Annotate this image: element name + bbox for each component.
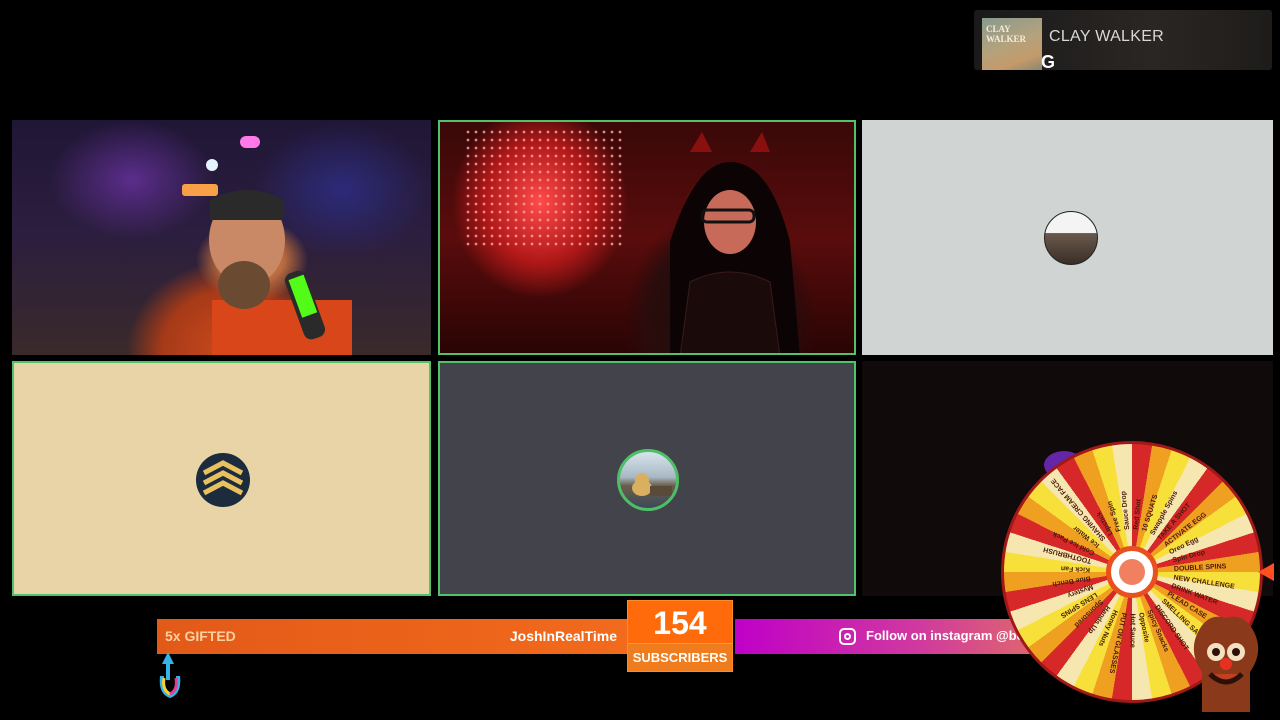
video-tile-2[interactable] [438,120,856,355]
gifter-name: JoshInRealTime [509,628,617,644]
streamer-camera-feed [182,136,352,355]
wheel-segment-label: DOUBLE SPINS [1173,563,1227,573]
participant-avatar [617,449,679,511]
album-art: CLAY WALKER [982,18,1042,70]
subscriber-counter: 154 SUBSCRIBERS [627,600,733,672]
participant-avatar [1044,211,1098,265]
now-playing-widget: CLAY WALKER CLAY WALKER G [974,10,1272,70]
kick-logo-icon [159,652,181,698]
wheel-hub-icon[interactable] [1106,546,1158,598]
wheel-segment-label: Hot Sauce [1128,613,1136,648]
subscriber-label: SUBSCRIBERS [628,643,732,671]
wheel-segment-label: Sauce Drop [1120,490,1132,531]
wheel-pointer-icon [1258,563,1274,581]
gift-text: 5x GIFTED [165,628,236,644]
album-art-text: CLAY WALKER [986,24,1027,44]
cohost-camera-feed [670,132,800,353]
clown-mascot-icon [1193,616,1259,712]
wheel-segment-label: Red Shot [1132,498,1143,531]
video-tile-1[interactable] [12,120,431,355]
video-tile-4[interactable] [12,361,431,596]
subscriber-count: 154 [653,605,707,641]
video-tile-5[interactable] [438,361,856,596]
participant-avatar [196,453,250,507]
gift-ticker: 5x GIFTED JoshInRealTime [157,619,627,654]
instagram-icon [839,628,856,645]
bear-avatar-image [632,473,672,496]
now-playing-track: G [1041,52,1056,70]
video-tile-3[interactable] [862,120,1273,355]
wheel-segment-label: Kick Fan [1060,564,1091,573]
now-playing-artist: CLAY WALKER [1049,28,1165,45]
chevron-rank-icon [202,460,244,496]
